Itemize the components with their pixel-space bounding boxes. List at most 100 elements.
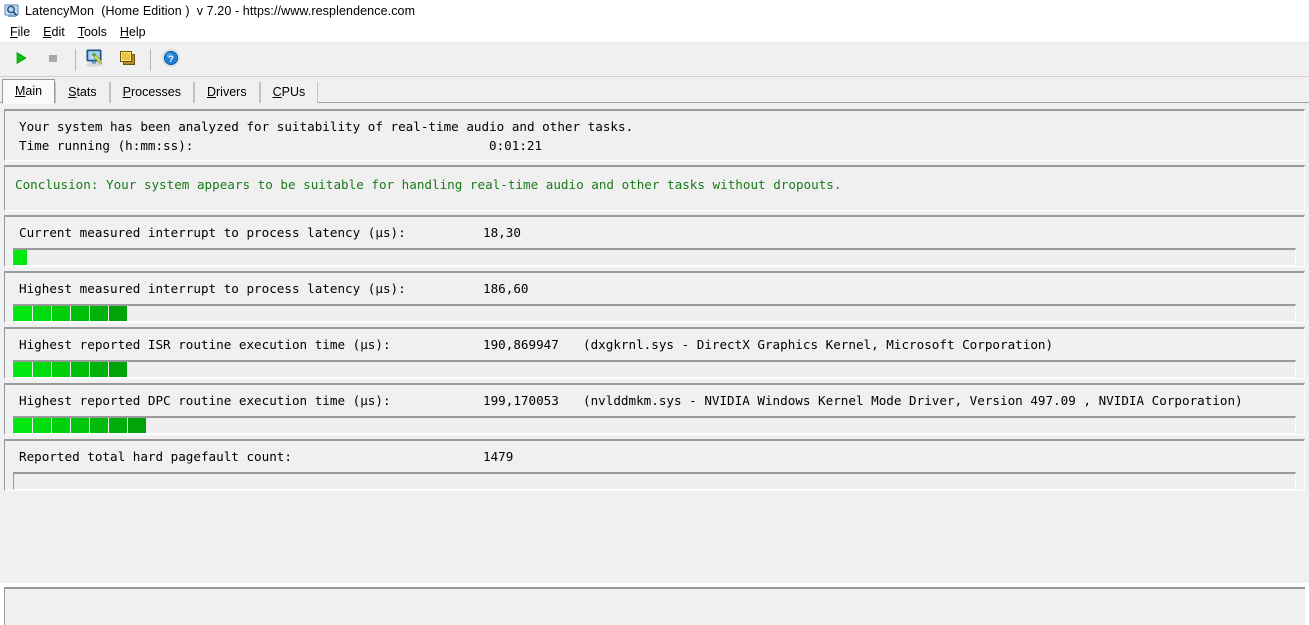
time-running-row: Time running (h:mm:ss): 0:01:21 (5, 136, 1304, 155)
tab-stats-label: tats (76, 85, 96, 99)
analyze-system-button[interactable] (81, 46, 111, 74)
metric-row: Current measured interrupt to process la… (5, 223, 1304, 242)
menu-file[interactable]: File (6, 24, 39, 40)
metric-value: 1479 (483, 447, 513, 466)
latency-progress-fill (14, 418, 1295, 433)
latency-progress-bar (13, 304, 1296, 322)
progress-segment (90, 362, 108, 377)
progress-segment (90, 418, 108, 433)
metric-value: 199,170053 (483, 391, 583, 410)
metric-row: Reported total hard pagefault count: 147… (5, 447, 1304, 466)
metric-label: Highest measured interrupt to process la… (19, 279, 483, 298)
progress-segment (128, 418, 146, 433)
tab-stats[interactable]: Stats (55, 82, 110, 103)
tab-drivers[interactable]: Drivers (194, 82, 260, 103)
menu-help-accel: H (120, 25, 129, 39)
svg-text:?: ? (168, 54, 174, 65)
progress-segment (109, 418, 127, 433)
help-button[interactable]: ? (156, 46, 186, 74)
reported-total-hard-pagefault-count-panel: Reported total hard pagefault count: 147… (4, 439, 1305, 491)
latency-progress-fill (14, 306, 1295, 321)
metric-value: 18,30 (483, 223, 521, 242)
play-triangle-icon (13, 50, 29, 69)
latency-progress-fill (14, 250, 1295, 265)
window-titlebar: LatencyMon (Home Edition ) v 7.20 - http… (0, 0, 1309, 22)
latency-progress-bar (13, 248, 1296, 266)
metric-row: Highest measured interrupt to process la… (5, 279, 1304, 298)
progress-segment (109, 362, 127, 377)
highest-dpc-routine-execution-time-panel: Highest reported DPC routine execution t… (4, 383, 1305, 435)
monitor-pencil-icon (85, 48, 107, 71)
stop-square-icon (45, 50, 61, 69)
menu-help[interactable]: Help (116, 24, 155, 40)
metric-row: Highest reported ISR routine execution t… (5, 335, 1304, 354)
tab-processes[interactable]: Processes (110, 82, 194, 103)
menu-tools[interactable]: Tools (74, 24, 116, 40)
analysis-status-text: Your system has been analyzed for suitab… (19, 117, 633, 136)
pagefault-progress-fill (14, 474, 1295, 489)
tab-processes-accel: P (123, 85, 131, 99)
progress-segment (52, 306, 70, 321)
tab-drivers-label: rivers (216, 85, 247, 99)
progress-segment (109, 306, 127, 321)
time-running-label: Time running (h:mm:ss): (19, 136, 489, 155)
latency-progress-fill (14, 362, 1295, 377)
metric-label: Highest reported DPC routine execution t… (19, 391, 483, 410)
stop-monitoring-button[interactable] (38, 46, 68, 74)
menu-help-label: elp (129, 25, 146, 39)
menu-file-accel: F (10, 25, 18, 39)
analysis-status-line: Your system has been analyzed for suitab… (5, 117, 1304, 136)
conclusion-text: Conclusion: Your system appears to be su… (5, 175, 1304, 194)
menu-edit-label: dit (52, 25, 65, 39)
bottom-filler-panel (4, 587, 1305, 625)
metric-driver-info: (dxgkrnl.sys - DirectX Graphics Kernel, … (583, 335, 1053, 354)
current-interrupt-to-process-latency-panel: Current measured interrupt to process la… (4, 215, 1305, 267)
pagefault-progress-bar (13, 472, 1296, 490)
tab-main-accel: M (15, 84, 25, 98)
metric-label: Current measured interrupt to process la… (19, 223, 483, 242)
progress-segment (33, 418, 51, 433)
window-title: LatencyMon (Home Edition ) v 7.20 - http… (25, 4, 415, 18)
progress-segment (14, 362, 32, 377)
metric-value: 190,869947 (483, 335, 583, 354)
tab-processes-label: rocesses (131, 85, 181, 99)
tab-cpus[interactable]: CPUs (260, 82, 319, 103)
toolbar: ? (0, 43, 1309, 77)
toolbar-separator-1 (75, 49, 76, 71)
menu-edit[interactable]: Edit (39, 24, 74, 40)
start-monitoring-button[interactable] (6, 46, 36, 74)
tab-drivers-accel: D (207, 85, 216, 99)
time-running-value: 0:01:21 (489, 136, 542, 155)
progress-segment (71, 418, 89, 433)
conclusion-panel: Conclusion: Your system appears to be su… (4, 165, 1305, 211)
latency-progress-bar (13, 360, 1296, 378)
progress-segment (14, 418, 32, 433)
metric-value: 186,60 (483, 279, 529, 298)
system-status-panel: Your system has been analyzed for suitab… (4, 109, 1305, 161)
progress-segment (52, 362, 70, 377)
menu-edit-accel: E (43, 25, 51, 39)
progress-segment (14, 306, 32, 321)
app-icon (4, 3, 20, 19)
highest-interrupt-to-process-latency-panel: Highest measured interrupt to process la… (4, 271, 1305, 323)
latency-progress-bar (13, 416, 1296, 434)
menu-tools-label: ools (84, 25, 107, 39)
copy-pages-icon (118, 49, 138, 71)
tab-main[interactable]: Main (2, 79, 55, 104)
toolbar-separator-2 (150, 49, 151, 71)
metric-label: Reported total hard pagefault count: (19, 447, 483, 466)
copy-report-button[interactable] (113, 46, 143, 74)
menu-file-label: ile (18, 25, 31, 39)
menubar: File Edit Tools Help (0, 22, 1309, 43)
tab-cpus-accel: C (273, 85, 282, 99)
tab-main-label: ain (25, 84, 42, 98)
progress-segment (71, 306, 89, 321)
metric-row: Highest reported DPC routine execution t… (5, 391, 1304, 410)
progress-segment (90, 306, 108, 321)
progress-segment (33, 362, 51, 377)
tab-cpus-label: PUs (282, 85, 306, 99)
progress-segment (71, 362, 89, 377)
main-panel: Your system has been analyzed for suitab… (0, 103, 1309, 583)
question-circle-icon: ? (161, 48, 181, 71)
metric-driver-info: (nvlddmkm.sys - NVIDIA Windows Kernel Mo… (583, 391, 1243, 410)
